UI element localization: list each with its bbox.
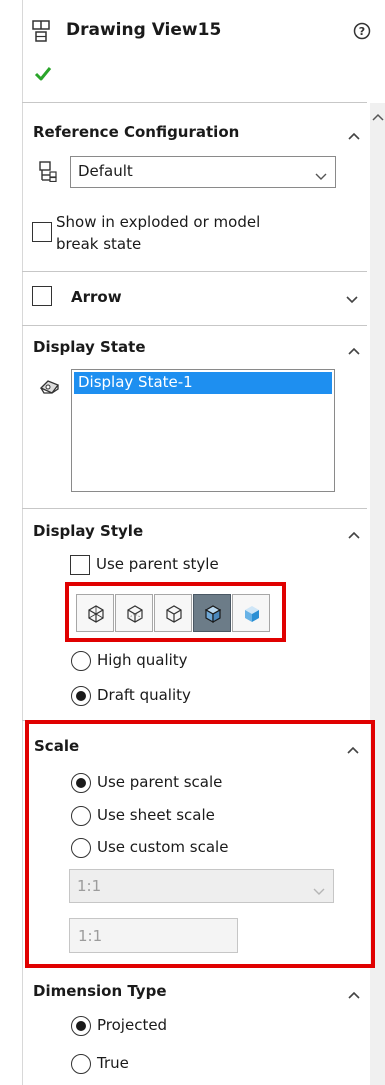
- use-parent-scale-radio[interactable]: [71, 773, 91, 793]
- divider: [22, 325, 367, 326]
- collapse-chevron-icon[interactable]: [346, 741, 360, 754]
- ok-checkmark-icon[interactable]: [34, 66, 52, 82]
- chevron-down-icon: [313, 882, 325, 895]
- wireframe-button[interactable]: [76, 594, 114, 632]
- panel-left-border: [22, 0, 23, 1085]
- collapse-chevron-icon[interactable]: [347, 986, 361, 999]
- hidden-lines-removed-button[interactable]: [154, 594, 192, 632]
- custom-scale-value: 1:1: [77, 877, 102, 895]
- custom-scale-dropdown[interactable]: 1:1: [69, 869, 334, 903]
- arrow-checkbox[interactable]: [32, 286, 52, 306]
- custom-scale-text: 1:1: [78, 927, 103, 945]
- list-item[interactable]: Display State-1: [74, 372, 332, 394]
- section-title-scale: Scale: [34, 737, 80, 755]
- collapse-chevron-icon[interactable]: [347, 127, 361, 140]
- section-title-display-style: Display Style: [33, 522, 144, 540]
- section-title-dimension-type: Dimension Type: [33, 982, 167, 1000]
- hidden-lines-visible-button[interactable]: [115, 594, 153, 632]
- help-icon[interactable]: ?: [353, 22, 371, 40]
- true-radio[interactable]: [71, 1054, 91, 1074]
- display-state-icon: [38, 376, 62, 398]
- use-parent-scale-label: Use parent scale: [97, 773, 223, 791]
- configuration-dropdown[interactable]: Default: [70, 156, 336, 188]
- draft-quality-radio[interactable]: [71, 686, 91, 706]
- panel-title: Drawing View15: [66, 20, 222, 40]
- high-quality-label: High quality: [97, 651, 188, 669]
- section-title-reference-configuration: Reference Configuration: [33, 123, 240, 141]
- exploded-state-checkbox[interactable]: [32, 222, 52, 242]
- configuration-value: Default: [78, 162, 133, 180]
- property-manager-header: [0, 0, 385, 100]
- true-label: True: [97, 1054, 129, 1072]
- use-parent-style-checkbox[interactable]: [70, 555, 90, 575]
- divider: [22, 508, 367, 509]
- high-quality-radio[interactable]: [71, 651, 91, 671]
- configuration-icon: [38, 160, 58, 183]
- display-state-list[interactable]: Display State-1: [71, 369, 335, 492]
- shaded-button[interactable]: [232, 594, 270, 632]
- header-divider: [22, 102, 367, 103]
- use-parent-style-label: Use parent style: [96, 555, 219, 573]
- draft-quality-label: Draft quality: [97, 686, 191, 704]
- projected-label: Projected: [97, 1016, 168, 1034]
- projected-radio[interactable]: [71, 1016, 91, 1036]
- collapse-chevron-icon[interactable]: [347, 526, 361, 539]
- use-sheet-scale-radio[interactable]: [71, 806, 91, 826]
- scroll-up-icon[interactable]: [372, 108, 384, 121]
- chevron-down-icon: [315, 167, 327, 180]
- use-custom-scale-radio[interactable]: [71, 838, 91, 858]
- arrow-label: Arrow: [71, 288, 122, 306]
- exploded-state-label-line2: break state: [56, 235, 142, 253]
- use-custom-scale-label: Use custom scale: [97, 838, 229, 856]
- svg-text:?: ?: [359, 25, 365, 38]
- exploded-state-label-line1: Show in exploded or model: [56, 213, 261, 231]
- drawing-view-icon: [32, 20, 50, 42]
- display-style-buttons: [76, 594, 274, 632]
- custom-scale-textbox[interactable]: 1:1: [69, 918, 238, 953]
- collapse-chevron-icon[interactable]: [347, 342, 361, 355]
- expand-chevron-icon[interactable]: [345, 291, 359, 304]
- divider: [22, 271, 367, 272]
- shaded-with-edges-button[interactable]: [193, 594, 231, 632]
- section-title-display-state: Display State: [33, 338, 146, 356]
- use-sheet-scale-label: Use sheet scale: [97, 806, 215, 824]
